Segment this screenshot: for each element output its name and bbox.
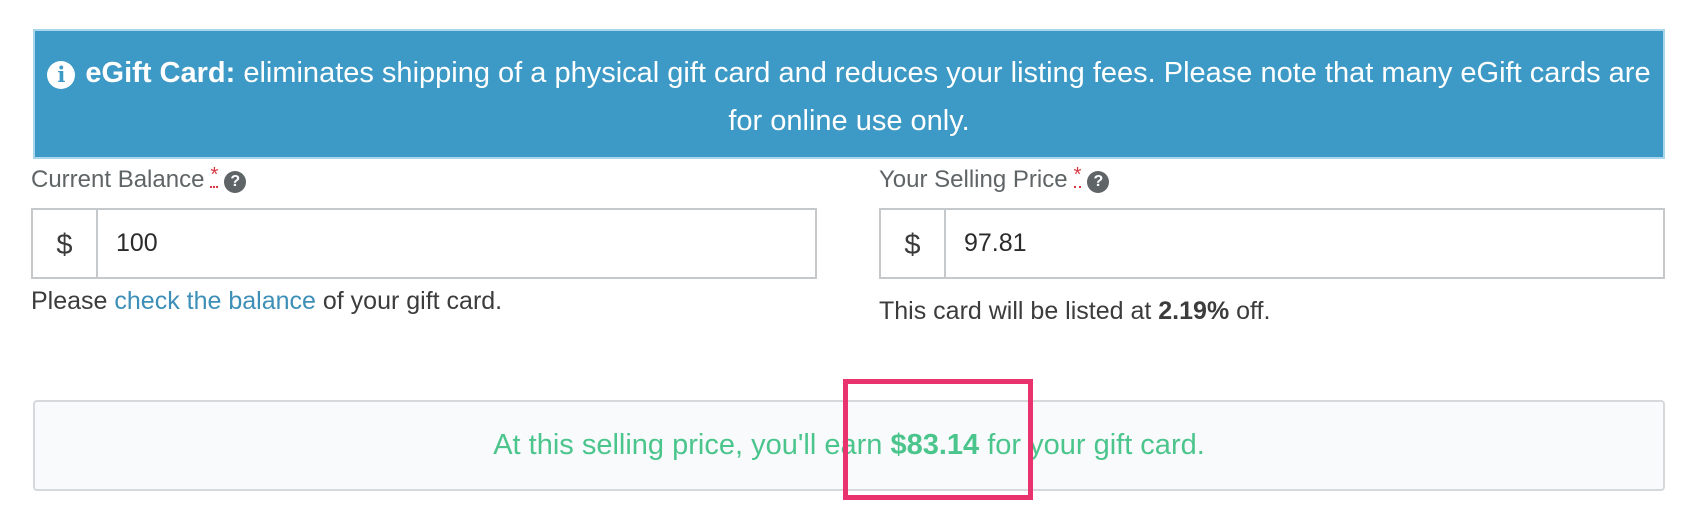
- required-marker: *: [1073, 164, 1082, 188]
- current-balance-input[interactable]: [98, 210, 815, 277]
- currency-addon: $: [881, 210, 946, 277]
- earnings-suffix: for your gift card.: [979, 429, 1205, 461]
- check-balance-link[interactable]: check the balance: [114, 287, 316, 315]
- info-icon: i: [47, 61, 76, 89]
- current-balance-label: Current Balance *?: [31, 164, 247, 194]
- earnings-amount: $83.14: [890, 429, 980, 461]
- discount-note-prefix: This card will be listed at: [879, 297, 1159, 325]
- selling-price-input-group: $: [879, 208, 1665, 279]
- banner-title: eGift Card:: [85, 57, 236, 89]
- listing-discount-note: This card will be listed at 2.19% off.: [879, 297, 1270, 326]
- required-marker: *: [210, 164, 219, 188]
- current-balance-input-group: $: [31, 208, 817, 279]
- balance-help-prefix: Please: [31, 287, 115, 315]
- current-balance-label-text: Current Balance: [31, 166, 205, 193]
- egift-info-banner: i eGift Card: eliminates shipping of a ph…: [33, 29, 1665, 159]
- question-circle-icon[interactable]: ?: [1087, 171, 1110, 193]
- discount-note-suffix: off.: [1229, 297, 1271, 325]
- selling-price-label: Your Selling Price *?: [879, 164, 1110, 194]
- earnings-summary-box: At this selling price, you'll earn $83.1…: [33, 400, 1665, 491]
- discount-percent: 2.19%: [1158, 297, 1230, 325]
- banner-message: eliminates shipping of a physical gift c…: [235, 57, 1651, 137]
- currency-addon: $: [33, 210, 98, 277]
- balance-help-suffix: of your gift card.: [315, 287, 503, 315]
- selling-price-input[interactable]: [946, 210, 1663, 277]
- question-circle-icon[interactable]: ?: [224, 171, 247, 193]
- selling-price-label-text: Your Selling Price: [879, 166, 1068, 193]
- earnings-prefix: At this selling price, you'll earn: [493, 429, 891, 461]
- balance-help-text: Please check the balance of your gift ca…: [31, 287, 502, 316]
